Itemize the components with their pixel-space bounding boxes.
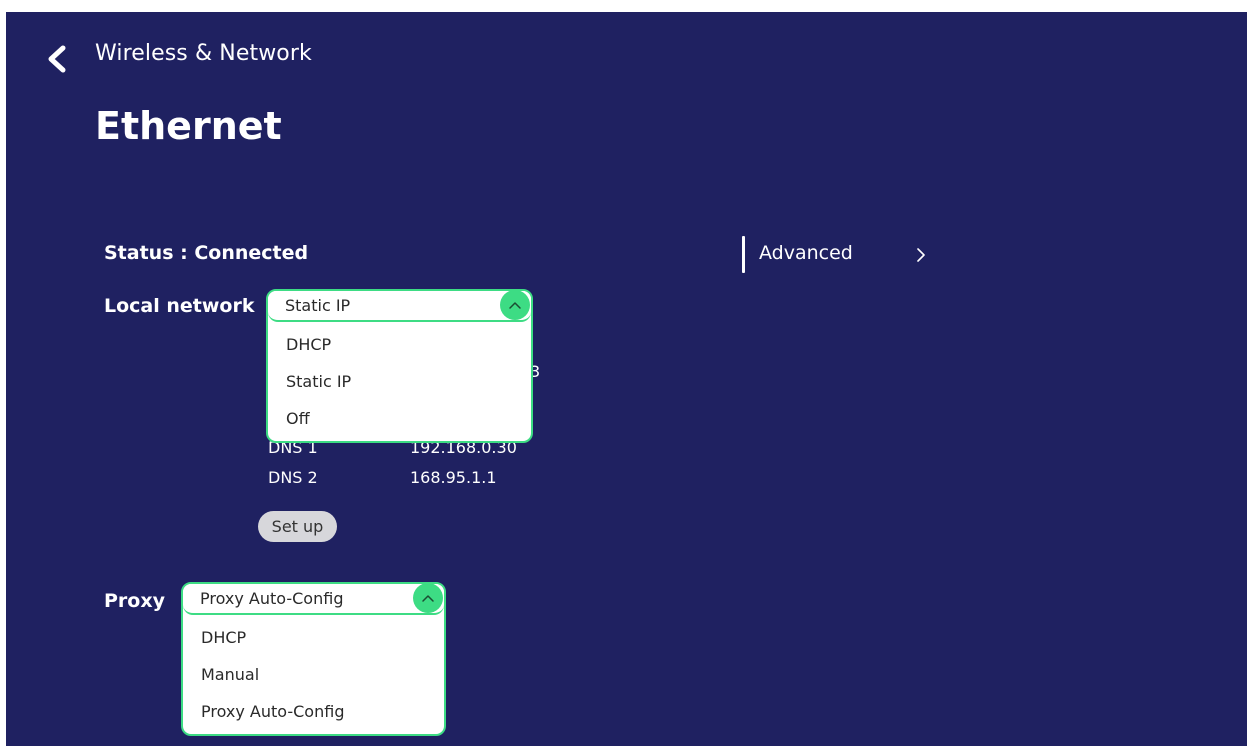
advanced-divider — [742, 236, 745, 273]
local-network-selected: Static IP — [285, 296, 351, 315]
page-title: Ethernet — [95, 104, 282, 148]
proxy-toggle[interactable] — [413, 584, 443, 613]
proxy-select[interactable]: Proxy Auto-Config — [183, 584, 444, 615]
breadcrumb[interactable]: Wireless & Network — [95, 41, 312, 66]
option-label: Proxy Auto-Config — [201, 702, 345, 721]
proxy-option-auto-config[interactable]: Proxy Auto-Config — [183, 693, 444, 729]
option-label: Manual — [201, 665, 260, 684]
option-label: DHCP — [201, 628, 247, 647]
chevron-right-icon — [917, 248, 925, 262]
status-label: Status : Connected — [104, 242, 309, 264]
option-label: DHCP — [286, 335, 332, 354]
dns2-value: 168.95.1.1 — [410, 468, 497, 487]
setup-button[interactable]: Set up — [258, 511, 337, 542]
chevron-left-icon — [48, 45, 66, 73]
ethernet-settings-screen: Wireless & Network Ethernet Status : Con… — [6, 12, 1247, 746]
local-network-option-static-ip[interactable]: Static IP — [268, 363, 531, 399]
local-network-dropdown[interactable]: Static IP DHCP Static IP Off — [266, 289, 533, 443]
proxy-option-manual[interactable]: Manual — [183, 656, 444, 692]
local-network-option-off[interactable]: Off — [268, 400, 531, 436]
option-label: Static IP — [286, 372, 352, 391]
local-network-toggle[interactable] — [500, 291, 530, 320]
proxy-label: Proxy — [104, 590, 165, 612]
back-button[interactable] — [40, 42, 74, 76]
option-label: Off — [286, 409, 310, 428]
advanced-link[interactable]: Advanced — [759, 240, 939, 270]
proxy-selected: Proxy Auto-Config — [200, 589, 344, 608]
proxy-dropdown[interactable]: Proxy Auto-Config DHCP Manual Proxy Auto… — [181, 582, 446, 736]
chevron-up-icon — [509, 302, 521, 309]
local-network-option-dhcp[interactable]: DHCP — [268, 326, 531, 362]
local-network-label: Local network — [104, 295, 255, 317]
dns2-label: DNS 2 — [268, 468, 318, 487]
advanced-label: Advanced — [759, 242, 853, 264]
dns2-row: DNS 2 168.95.1.1 — [268, 468, 568, 490]
local-network-select[interactable]: Static IP — [268, 291, 531, 322]
chevron-up-icon — [422, 595, 434, 602]
proxy-option-dhcp[interactable]: DHCP — [183, 619, 444, 655]
